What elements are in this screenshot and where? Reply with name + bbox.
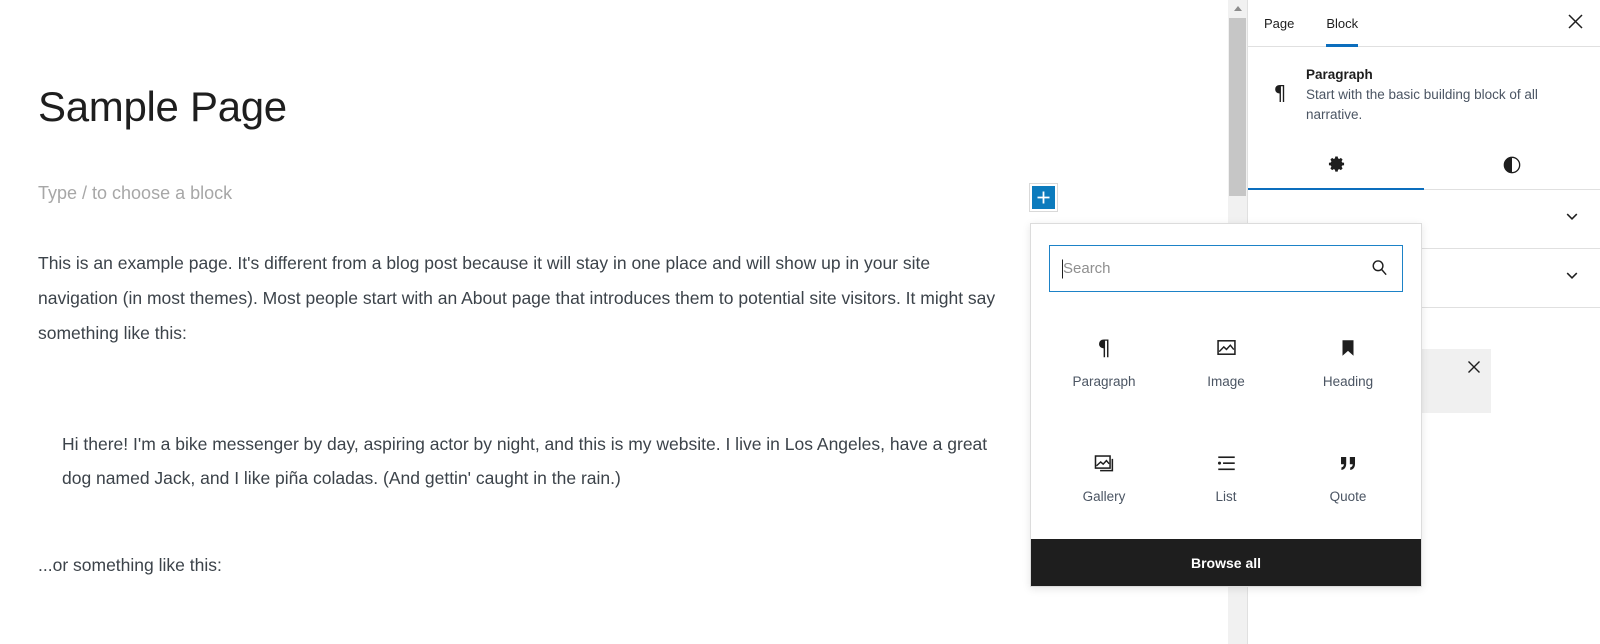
gear-icon [1326, 154, 1347, 178]
block-option-label: List [1215, 489, 1237, 505]
search-icon [1370, 258, 1389, 280]
wordpress-block-editor: Sample Page Type / to choose a block Thi… [0, 0, 1600, 644]
block-option-label: Gallery [1082, 489, 1126, 505]
block-inserter-popover: ¶ Paragraph Image Heading [1030, 223, 1422, 587]
inserter-search-area [1031, 224, 1421, 292]
chevron-down-icon [1564, 267, 1580, 288]
notice-close-button[interactable] [1463, 357, 1485, 379]
chevron-down-icon [1564, 208, 1580, 229]
body-paragraph-block[interactable]: This is an example page. It's different … [38, 246, 1010, 351]
plus-icon [1036, 190, 1051, 205]
block-option-label: Image [1207, 373, 1245, 389]
quote-icon [1337, 450, 1360, 476]
heading-bookmark-icon [1337, 335, 1359, 361]
gallery-icon [1093, 450, 1116, 476]
empty-block-placeholder[interactable]: Type / to choose a block [38, 181, 232, 206]
tab-block-label: Block [1326, 15, 1359, 31]
block-option-label: Quote [1329, 489, 1367, 505]
tab-page[interactable]: Page [1248, 0, 1310, 46]
search-field-wrapper[interactable] [1049, 245, 1403, 292]
tab-page-label: Page [1264, 15, 1295, 31]
block-option-label: Paragraph [1072, 373, 1136, 389]
contrast-half-circle-icon [1502, 155, 1522, 178]
sidebar-subtab-bar [1248, 144, 1600, 190]
scroll-up-arrow-icon[interactable] [1228, 0, 1247, 17]
block-option-paragraph[interactable]: ¶ Paragraph [1043, 304, 1165, 420]
close-icon [1467, 360, 1481, 377]
subtab-styles[interactable] [1424, 144, 1600, 189]
search-input[interactable] [1050, 246, 1402, 291]
search-button[interactable] [1366, 256, 1392, 282]
block-option-label: Heading [1322, 373, 1374, 389]
scrollbar-thumb[interactable] [1229, 18, 1246, 196]
block-info-card: ¶ Paragraph Start with the basic buildin… [1248, 47, 1600, 144]
block-option-heading[interactable]: Heading [1287, 304, 1409, 420]
block-card-title: Paragraph [1306, 67, 1373, 82]
paragraph-pilcrow-icon: ¶ [1097, 335, 1111, 360]
block-type-grid: ¶ Paragraph Image Heading Gallery List Q… [1031, 292, 1421, 539]
close-icon [1567, 13, 1584, 33]
browse-all-button[interactable]: Browse all [1031, 539, 1421, 586]
subtab-settings[interactable] [1248, 144, 1424, 190]
tab-block[interactable]: Block [1310, 0, 1374, 47]
paragraph-pilcrow-icon: ¶ [1273, 81, 1287, 105]
text-caret [1062, 259, 1063, 278]
close-sidebar-button[interactable] [1558, 6, 1592, 40]
add-block-button[interactable] [1029, 183, 1058, 212]
block-option-image[interactable]: Image [1165, 304, 1287, 420]
page-title[interactable]: Sample Page [38, 82, 287, 132]
tail-paragraph-block[interactable]: ...or something like this: [38, 549, 222, 581]
image-icon [1215, 335, 1238, 361]
list-icon [1215, 450, 1238, 476]
block-option-list[interactable]: List [1165, 420, 1287, 536]
block-option-quote[interactable]: Quote [1287, 420, 1409, 536]
sidebar-tab-bar: Page Block [1248, 0, 1600, 47]
block-option-gallery[interactable]: Gallery [1043, 420, 1165, 536]
block-card-description: Start with the basic building block of a… [1306, 87, 1538, 123]
quote-paragraph-block[interactable]: Hi there! I'm a bike messenger by day, a… [62, 427, 1010, 495]
